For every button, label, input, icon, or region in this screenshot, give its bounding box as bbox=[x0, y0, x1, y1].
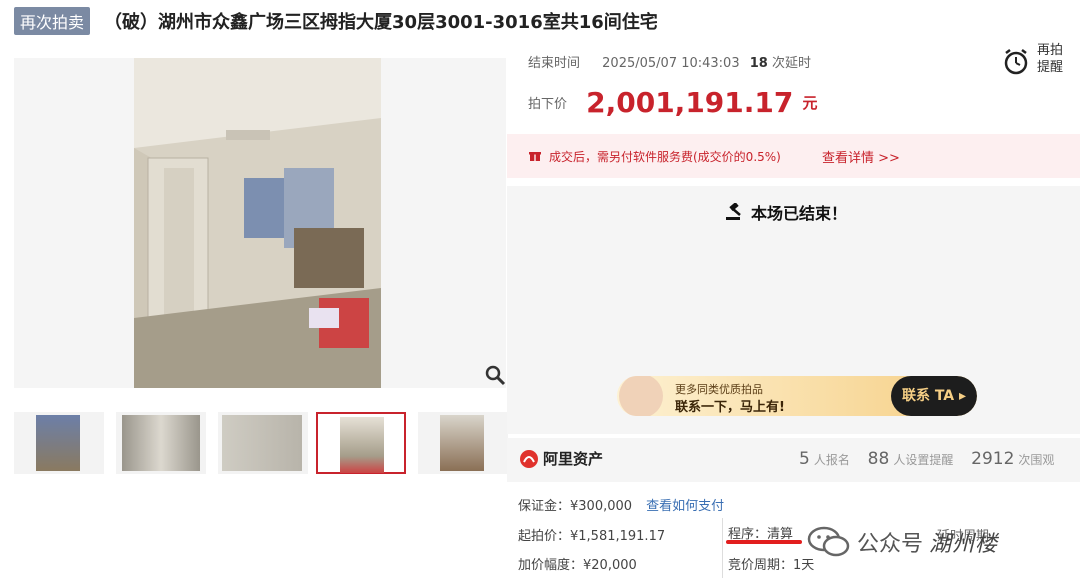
thumbnail-4-active[interactable] bbox=[316, 412, 406, 474]
zoom-icon[interactable] bbox=[484, 364, 506, 386]
main-image-viewer[interactable] bbox=[14, 58, 506, 388]
remind-count: 88 bbox=[867, 449, 890, 469]
gift-icon bbox=[529, 152, 541, 161]
start-price: 起拍价：¥1,581,191.17 bbox=[518, 529, 666, 544]
watermark-text-1: 公众号 bbox=[857, 532, 924, 557]
thumbnail-1[interactable] bbox=[14, 412, 104, 474]
page-title: （破）湖州市众鑫广场三区拇指大厦30层3001-3016室共16间住宅 bbox=[104, 12, 658, 33]
price-row: 拍下价 2,001,191.17 元 bbox=[528, 86, 817, 119]
signup-label: 人报名 bbox=[813, 453, 850, 467]
remind-button[interactable]: 再拍 提醒 bbox=[1003, 42, 1075, 82]
wechat-icon bbox=[807, 526, 850, 557]
watermark: 公众号 湖州楼 bbox=[807, 526, 998, 558]
end-time-label: 结束时间 bbox=[528, 56, 581, 71]
auction-ended-text: 本场已结束！ bbox=[751, 204, 848, 223]
fee-details-link[interactable]: 查看详情 >> bbox=[822, 147, 900, 166]
remind-label: 人设置提醒 bbox=[893, 453, 954, 467]
view-label: 次围观 bbox=[1018, 453, 1055, 467]
main-photo bbox=[134, 58, 381, 388]
auction-ended-status: 本场已结束！ bbox=[725, 200, 847, 224]
delay-label: 次延时 bbox=[771, 56, 811, 71]
re-auction-tag: 再次拍卖 bbox=[14, 7, 91, 35]
end-time-value: 2025/05/07 10:43:03 bbox=[602, 56, 740, 71]
increment: 加价幅度：¥20,000 bbox=[518, 558, 637, 573]
banner-line-1: 更多同类优质拍品 bbox=[675, 383, 763, 396]
remind-label-2: 提醒 bbox=[1037, 60, 1064, 75]
price-unit: 元 bbox=[802, 94, 818, 112]
deposit-row: 保证金：¥300,000 查看如何支付 bbox=[518, 495, 724, 514]
price-label: 拍下价 bbox=[528, 97, 568, 112]
how-to-pay-link[interactable]: 查看如何支付 bbox=[646, 499, 724, 514]
thumbnail-2[interactable] bbox=[116, 412, 206, 474]
fee-notice-text: 成交后，需另付软件服务费(成交价的0.5%) bbox=[549, 150, 781, 164]
contact-banner[interactable]: 更多同类优质拍品 联系一下，马上有! 联系 TA ▸ bbox=[617, 376, 977, 416]
deposit-text: 保证金：¥300,000 bbox=[518, 499, 633, 514]
thumbnail-strip bbox=[14, 412, 508, 476]
view-count: 2912 bbox=[971, 449, 1015, 469]
price-value: 2,001,191.17 bbox=[586, 86, 794, 119]
auction-info: 结束时间 2025/05/07 10:43:03 18 次延时 拍下价 2,00… bbox=[507, 38, 1080, 132]
ali-assets-logo: 阿里资产 bbox=[519, 448, 603, 469]
thumbnail-5[interactable] bbox=[418, 412, 508, 474]
banner-line-2: 联系一下，马上有! bbox=[675, 400, 785, 415]
stats-row: 5 人报名 88 人设置提醒 2912 次围观 bbox=[799, 449, 1054, 469]
auction-details: 保证金：¥300,000 查看如何支付 起拍价：¥1,581,191.17 加价… bbox=[507, 488, 1080, 581]
ali-logo-icon bbox=[520, 449, 538, 468]
red-underline-annotation bbox=[726, 540, 802, 544]
platform-stats: 阿里资产 5 人报名 88 人设置提醒 2912 次围观 bbox=[507, 438, 1080, 482]
signup-count: 5 bbox=[799, 449, 810, 469]
fee-notice: 成交后，需另付软件服务费(成交价的0.5%) 查看详情 >> bbox=[507, 134, 1080, 178]
bidding-period: 竞价周期：1天 bbox=[728, 558, 815, 573]
alarm-clock-icon bbox=[1004, 49, 1028, 75]
delay-count: 18 bbox=[749, 56, 768, 71]
end-time-row: 结束时间 2025/05/07 10:43:03 18 次延时 bbox=[528, 52, 811, 71]
title-row: 再次拍卖 （破）湖州市众鑫广场三区拇指大厦30层3001-3016室共16间住宅 bbox=[14, 7, 658, 35]
ali-logo-text: 阿里资产 bbox=[543, 450, 604, 468]
contact-button[interactable]: 联系 TA ▸ bbox=[891, 376, 977, 416]
remind-label-1: 再拍 bbox=[1037, 43, 1064, 58]
watermark-text-2: 湖州楼 bbox=[929, 532, 999, 557]
divider bbox=[722, 518, 723, 578]
auction-status-area: 本场已结束！ 更多同类优质拍品 联系一下，马上有! 联系 TA ▸ bbox=[507, 186, 1080, 434]
gavel-icon bbox=[726, 203, 741, 220]
thumbnail-3[interactable] bbox=[218, 412, 308, 474]
agent-avatar bbox=[619, 376, 663, 416]
